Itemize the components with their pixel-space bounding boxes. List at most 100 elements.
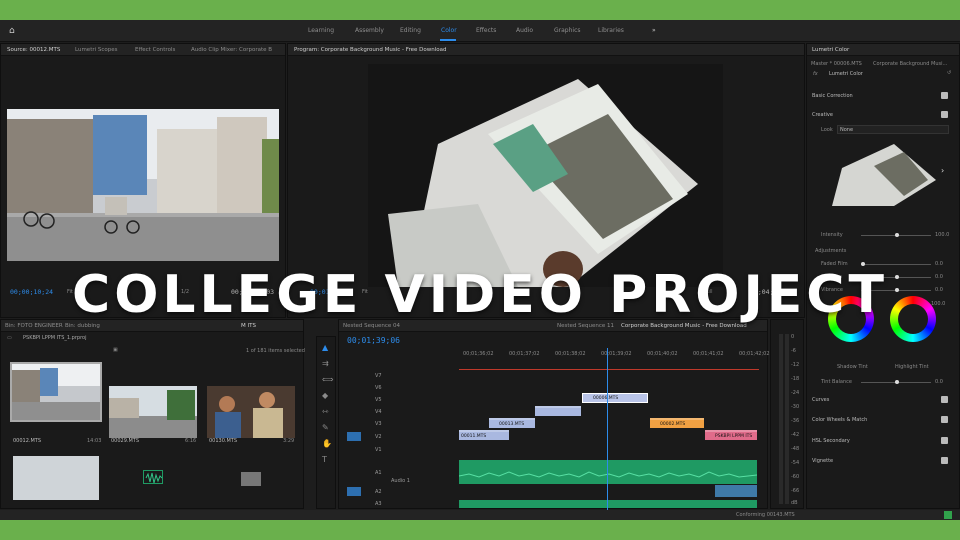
track-v1[interactable]: V1 [375, 447, 382, 453]
look-preview[interactable] [824, 140, 942, 206]
audio-clip-a3[interactable] [459, 500, 757, 508]
workspace-effects[interactable]: Effects [476, 27, 496, 34]
intensity-value[interactable]: 100.0 [935, 232, 949, 238]
meter-label-0: 0 [791, 334, 795, 340]
tab-lumetri-scopes[interactable]: Lumetri Scopes [75, 47, 118, 53]
project-item-thumb-1[interactable] [10, 362, 102, 422]
tint-balance-knob[interactable] [895, 380, 899, 384]
clip-pskbpi[interactable]: PSKBPI LPPM ITS [705, 430, 757, 440]
audio-clip-a2[interactable] [715, 485, 757, 497]
section-color-wheels[interactable]: Color Wheels & Match [812, 417, 867, 423]
tab-effect-controls[interactable]: Effect Controls [135, 47, 175, 53]
source-patch-a1[interactable] [347, 487, 361, 496]
lumetri-effect-name[interactable]: Lumetri Color [829, 71, 863, 77]
slip-tool-icon[interactable]: ⇿ [322, 407, 329, 416]
section-basic-correction[interactable]: Basic Correction [812, 93, 853, 99]
intensity-knob[interactable] [895, 233, 899, 237]
clip-00011[interactable]: 00011.MTS [459, 430, 491, 440]
source-tabs: Source: 00012.MTS Lumetri Scopes Effect … [1, 44, 285, 56]
new-bin-icon[interactable]: ▣ [113, 347, 118, 353]
clip-00013[interactable]: 00013.MTS [489, 418, 535, 428]
color-wheels-checkbox[interactable] [941, 416, 948, 423]
meter-label-9: -54 [791, 460, 800, 466]
track-a1[interactable]: A1 [375, 470, 382, 476]
lumetri-master-clip[interactable]: Master * 00006.MTS [811, 61, 862, 67]
home-icon[interactable]: ⌂ [9, 26, 19, 36]
look-select[interactable]: None [837, 125, 949, 134]
section-hsl-secondary[interactable]: HSL Secondary [812, 438, 850, 444]
project-item-thumb-2[interactable] [109, 386, 197, 438]
workspace-graphics[interactable]: Graphics [554, 27, 581, 34]
basic-correction-checkbox[interactable] [941, 92, 948, 99]
track-a2[interactable]: A2 [375, 489, 382, 495]
ruler-tick-4: 00;01;39;02 [601, 351, 632, 357]
track-a3[interactable]: A3 [375, 501, 382, 507]
bin-folder-icon[interactable] [241, 472, 261, 486]
track-v4[interactable]: V4 [375, 409, 382, 415]
more-workspaces-icon[interactable]: » [652, 27, 656, 34]
clip-v4[interactable] [535, 406, 581, 416]
program-title[interactable]: Program: Corporate Background Music - Fr… [294, 47, 447, 53]
ruler-tick-3: 00;01;38;02 [555, 351, 586, 357]
vignette-checkbox[interactable] [941, 457, 948, 464]
workspace-learning[interactable]: Learning [308, 27, 334, 34]
project-item-thumb-4[interactable] [13, 456, 99, 500]
ripple-edit-tool-icon[interactable]: ⟺ [322, 375, 333, 384]
pen-tool-icon[interactable]: ✎ [322, 423, 329, 432]
section-vignette[interactable]: Vignette [812, 458, 833, 464]
work-area-bar[interactable] [459, 369, 759, 370]
meter-label-1: -6 [791, 348, 796, 354]
tint-balance-value[interactable]: 0.0 [935, 379, 943, 385]
workspace-assembly[interactable]: Assembly [355, 27, 384, 34]
program-tabs: Program: Corporate Background Music - Fr… [288, 44, 804, 56]
ruler-tick-5: 00;01;40;02 [647, 351, 678, 357]
thumb-people-image [207, 386, 295, 438]
status-ok-icon [944, 511, 952, 519]
track-select-tool-icon[interactable]: ⇉ [322, 359, 329, 368]
intensity-label: Intensity [821, 232, 843, 238]
audio-waveform-icon[interactable] [143, 470, 163, 484]
project-item-thumb-3[interactable] [207, 386, 295, 438]
clip-00002[interactable]: 00002.MTS [650, 418, 704, 428]
lumetri-title[interactable]: Lumetri Color [812, 47, 849, 53]
source-patch-v1[interactable] [347, 432, 361, 441]
look-preview-image [824, 140, 942, 206]
hsl-secondary-checkbox[interactable] [941, 437, 948, 444]
curves-checkbox[interactable] [941, 396, 948, 403]
clip-v2[interactable] [489, 430, 509, 440]
type-tool-icon[interactable]: T [322, 455, 327, 464]
clip-00006[interactable]: 00006.MTS [582, 393, 648, 403]
tab-source[interactable]: Source: 00012.MTS [7, 47, 60, 53]
lumetri-sequence-clip[interactable]: Corporate Background Musi... [873, 61, 947, 67]
audio-clip-a1[interactable] [458, 460, 758, 484]
workspace-editing[interactable]: Editing [400, 27, 421, 34]
razor-tool-icon[interactable]: ◆ [322, 391, 328, 400]
next-look-icon[interactable]: › [941, 166, 944, 175]
hand-tool-icon[interactable]: ✋ [322, 439, 332, 448]
section-creative[interactable]: Creative [812, 112, 833, 118]
track-v2[interactable]: V2 [375, 434, 382, 440]
folder-icon[interactable]: ▭ [7, 335, 12, 341]
timeline-timecode[interactable]: 00;01;39;06 [347, 336, 400, 345]
selection-tool-icon[interactable]: ▲ [322, 343, 328, 352]
track-v6[interactable]: V6 [375, 385, 382, 391]
project-name: PSKBPI LPPM ITS_1.prproj [23, 335, 87, 341]
tint-balance-slider[interactable] [861, 380, 931, 384]
workspace-color[interactable]: Color [441, 27, 457, 34]
workspace-libraries[interactable]: Libraries [598, 27, 624, 34]
track-v7[interactable]: V7 [375, 373, 382, 379]
section-curves[interactable]: Curves [812, 397, 829, 403]
workspace-audio[interactable]: Audio [516, 27, 533, 34]
map-document-image [368, 64, 723, 287]
creative-checkbox[interactable] [941, 111, 948, 118]
track-v3[interactable]: V3 [375, 421, 382, 427]
highlight-tint-label: Highlight Tint [895, 364, 929, 370]
reset-effect-icon[interactable]: ↺ [947, 70, 951, 76]
intensity-slider[interactable] [861, 233, 931, 237]
adjustments-label[interactable]: Adjustments [815, 248, 846, 254]
playhead[interactable] [607, 348, 608, 510]
track-v5[interactable]: V5 [375, 397, 382, 403]
tab-audio-clip-mixer[interactable]: Audio Clip Mixer: Corporate B [191, 47, 272, 53]
time-ruler[interactable]: 00;01;36;02 00;01;37;02 00;01;38;02 00;0… [459, 348, 770, 362]
audio-meter: 0 -6 -12 -18 -24 -30 -36 -42 -48 -54 -60… [770, 319, 804, 509]
